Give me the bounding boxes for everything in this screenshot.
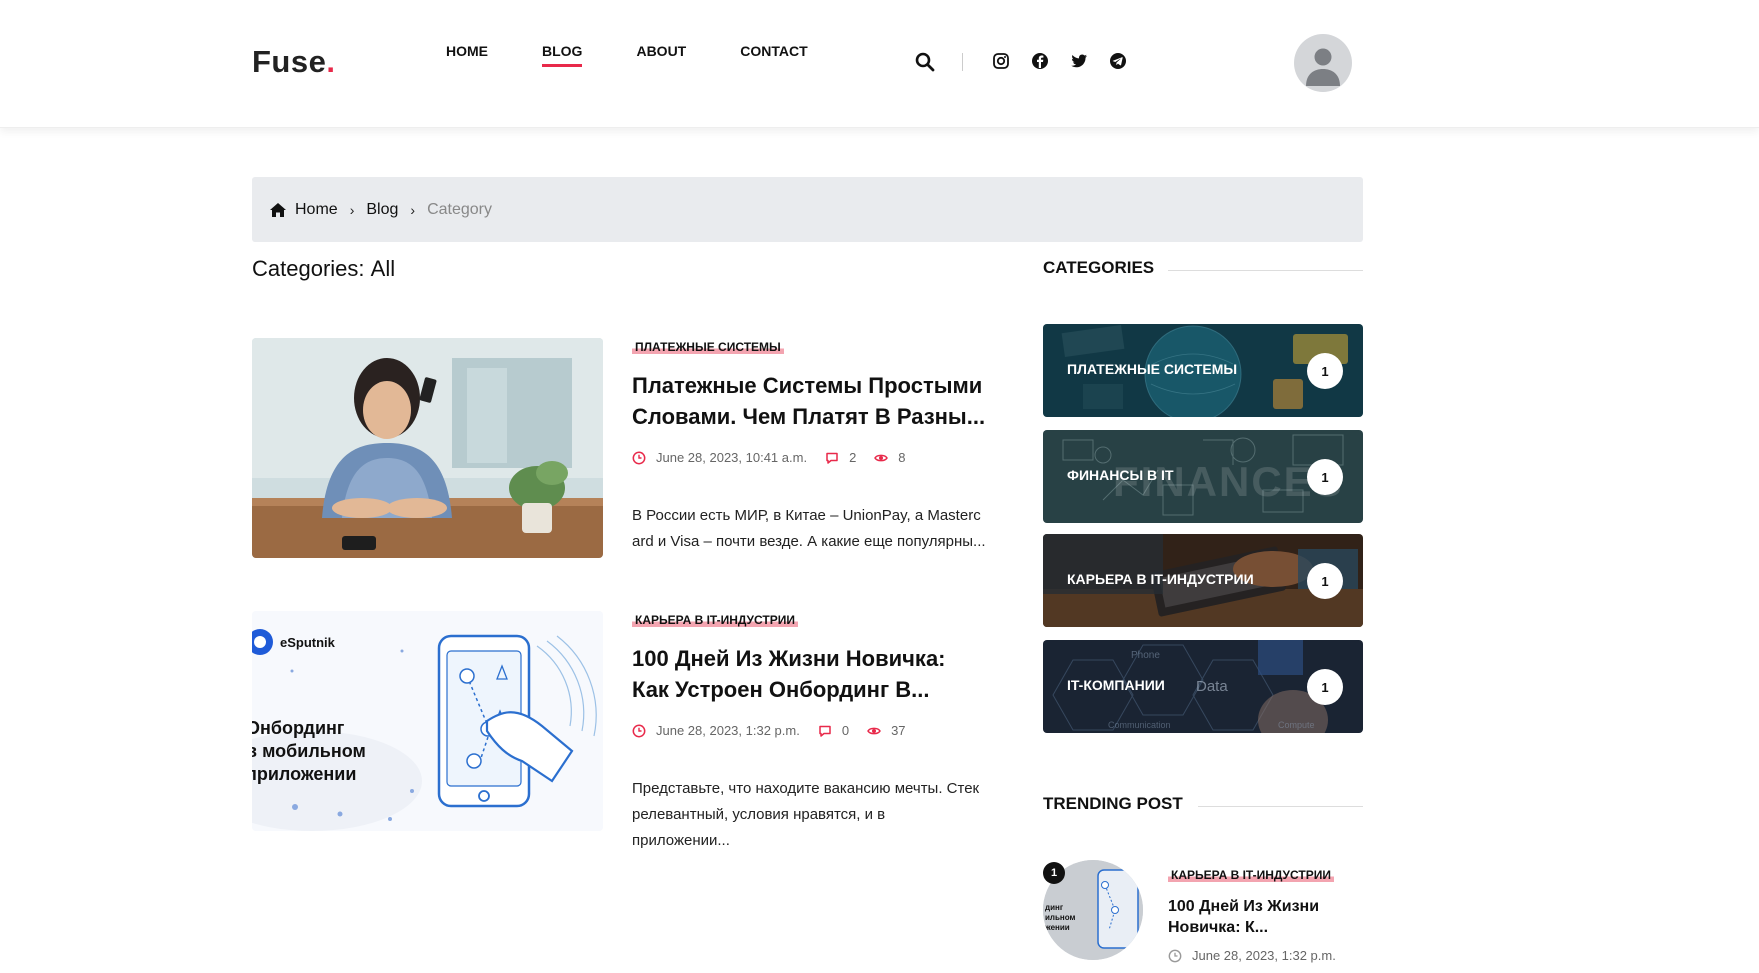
post-excerpt: В России есть МИР, в Китае – UnionPay, а… [632, 507, 986, 550]
svg-text:динг: динг [1045, 903, 1064, 912]
category-label: IT-КОМПАНИИ [1067, 677, 1165, 693]
svg-text:жении: жении [1044, 923, 1070, 932]
clock-icon [1168, 949, 1182, 962]
main-nav: HOME BLOG ABOUT CONTACT [446, 43, 862, 67]
trending-post: 1 динг ильном жении КАРЬЕРА В IT-ИНДУСТР… [1043, 860, 1363, 970]
category-label: КАРЬЕРА В IT-ИНДУСТРИИ [1067, 571, 1254, 587]
category-card-payment-systems[interactable]: ПЛАТЕЖНЫЕ СИСТЕМЫ 1 [1043, 324, 1363, 417]
comment-icon [819, 725, 831, 737]
category-count: 1 [1307, 459, 1343, 495]
post-title[interactable]: Платежные Системы Простыми Словами. Чем … [632, 370, 987, 432]
clock-icon [632, 451, 646, 464]
trending-title: TRENDING POST [1043, 794, 1183, 813]
esputnik-logo-text: eSputnik [280, 635, 335, 650]
post-meta: June 28, 2023, 10:41 a.m. 2 8 [632, 450, 987, 465]
twitter-icon[interactable] [1070, 52, 1088, 70]
data-watermark: Data [1196, 678, 1228, 695]
post-category-tag[interactable]: ПЛАТЕЖНЫЕ СИСТЕМЫ [632, 340, 784, 354]
nav-home[interactable]: HOME [446, 43, 488, 65]
eye-icon [874, 454, 889, 461]
post-card: ПЛАТЕЖНЫЕ СИСТЕМЫ Платежные Системы Прос… [252, 338, 986, 560]
category-count: 1 [1307, 563, 1343, 599]
trending-meta: June 28, 2023, 1:32 p.m. [1168, 948, 1368, 963]
category-count: 1 [1307, 353, 1343, 389]
comment-count: 2 [849, 450, 857, 465]
header-divider [962, 53, 963, 71]
post-info: КАРЬЕРА В IT-ИНДУСТРИИ 100 Дней Из Жизни… [632, 611, 987, 854]
nav-contact[interactable]: CONTACT [740, 43, 807, 65]
post-category-tag[interactable]: КАРЬЕРА В IT-ИНДУСТРИИ [632, 613, 798, 627]
category-label: ФИНАНСЫ В IT [1067, 467, 1174, 483]
post-thumbnail[interactable] [252, 338, 603, 558]
site-header: Fuse. HOME BLOG ABOUT CONTACT [0, 0, 1759, 128]
trending-title-link[interactable]: 100 Дней Из Жизни Новичка: К... [1168, 896, 1368, 938]
home-icon [270, 202, 286, 217]
breadcrumb: Home › Blog › Category [252, 177, 1363, 242]
trending-category-tag[interactable]: КАРЬЕРА В IT-ИНДУСТРИИ [1168, 868, 1334, 882]
telegram-icon[interactable] [1109, 52, 1127, 70]
page-title: Categories: All [252, 256, 396, 281]
view-count: 8 [898, 450, 906, 465]
instagram-icon[interactable] [992, 52, 1010, 70]
compute-watermark: Compute [1278, 720, 1315, 730]
nav-about[interactable]: ABOUT [636, 43, 686, 65]
trending-info: КАРЬЕРА В IT-ИНДУСТРИИ 100 Дней Из Жизни… [1168, 866, 1368, 963]
trending-rank: 1 [1043, 862, 1065, 884]
nav-blog[interactable]: BLOG [542, 43, 583, 67]
image-caption: Онбординг в мобильном приложении [252, 718, 366, 784]
communication-watermark: Communication [1108, 720, 1171, 730]
title-divider [1198, 806, 1363, 807]
breadcrumb-blog[interactable]: Blog [366, 201, 398, 219]
phone-watermark: Phone [1131, 650, 1160, 661]
post-info: ПЛАТЕЖНЫЕ СИСТЕМЫ Платежные Системы Прос… [632, 338, 987, 555]
facebook-icon[interactable] [1031, 52, 1049, 70]
category-label: ПЛАТЕЖНЫЕ СИСТЕМЫ [1067, 361, 1238, 377]
view-count: 37 [891, 723, 906, 738]
post-date: June 28, 2023, 10:41 a.m. [656, 450, 808, 465]
post-date: June 28, 2023, 1:32 p.m. [656, 723, 800, 738]
post-title[interactable]: 100 Дней Из Жизни Новичка: Как Устроен О… [632, 643, 987, 705]
chevron-right-icon: › [410, 201, 416, 218]
trending-date: June 28, 2023, 1:32 p.m. [1192, 948, 1336, 963]
clock-icon [632, 724, 646, 737]
search-icon[interactable] [915, 52, 935, 72]
breadcrumb-home[interactable]: Home [295, 201, 338, 219]
category-card-finance-it[interactable]: FINANCES ФИНАНСЫ В IT 1 [1043, 430, 1363, 523]
category-card-it-career[interactable]: КАРЬЕРА В IT-ИНДУСТРИИ 1 [1043, 534, 1363, 627]
category-card-it-companies[interactable]: Phone Data Communication Compute IT-КОМП… [1043, 640, 1363, 733]
categories-title: CATEGORIES [1043, 258, 1155, 277]
post-meta: June 28, 2023, 1:32 p.m. 0 37 [632, 723, 987, 738]
user-icon [1306, 48, 1340, 86]
user-avatar[interactable] [1294, 34, 1352, 92]
breadcrumb-current: Category [427, 200, 492, 218]
title-divider [1168, 270, 1363, 271]
svg-text:ильном: ильном [1045, 913, 1076, 922]
comment-icon [826, 452, 838, 464]
comment-count: 0 [841, 723, 850, 738]
category-count: 1 [1307, 669, 1343, 705]
chevron-right-icon: › [349, 201, 355, 218]
post-card: eSputnik Онбординг в мобильном приложени… [252, 611, 982, 849]
eye-icon [867, 727, 881, 734]
post-excerpt: Представьте, что находите вакансию мечты… [632, 780, 980, 849]
post-thumbnail[interactable]: eSputnik Онбординг в мобильном приложени… [252, 611, 603, 831]
site-logo[interactable]: Fuse. [252, 44, 335, 80]
